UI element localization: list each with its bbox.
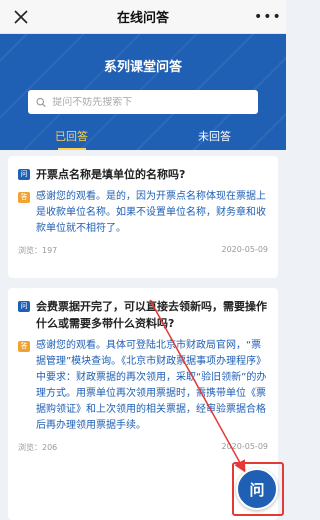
post-date: 2020-05-09 <box>221 245 269 254</box>
search-icon <box>36 97 46 107</box>
question-text: 开票点名称是填单位的名称吗? <box>36 168 186 181</box>
answer-line: 答 感谢您的观看。具体可登陆北京市财政局官网，“票据管理”模块查询。《北京市财政… <box>18 338 268 434</box>
answer-line: 答 感谢您的观看。是的，因为开票点名称体现在票据上是收款单位名称。如果不设置单位… <box>18 189 268 237</box>
question-badge: 问 <box>18 169 30 180</box>
question-line: 问 开票点名称是填单位的名称吗? <box>18 166 268 183</box>
card-meta: 浏览：197 2020-05-09 <box>18 245 268 256</box>
answer-text: 感谢您的观看。是的，因为开票点名称体现在票据上是收款单位名称。如果不设置单位名称… <box>36 191 266 234</box>
page-title: 在线问答 <box>116 11 169 26</box>
question-badge: 问 <box>18 301 30 312</box>
top-bar: 在线问答 ••• <box>0 0 286 34</box>
section-title: 系列课堂问答 <box>103 60 182 75</box>
search-box[interactable] <box>28 90 258 114</box>
close-icon <box>14 9 28 24</box>
view-count: 浏览：197 <box>18 246 58 255</box>
tab-unanswered[interactable]: 未回答 <box>143 124 286 150</box>
answer-badge: 答 <box>18 192 30 203</box>
post-date: 2020-05-09 <box>221 442 269 451</box>
ask-question-button[interactable]: 问 <box>236 468 278 510</box>
answer-text: 感谢您的观看。具体可登陆北京市财政局官网，“票据管理”模块查询。《北京市财政票据… <box>36 340 267 431</box>
search-input[interactable] <box>52 96 258 108</box>
hero-banner: 系列课堂问答 已回答 未回答 <box>0 34 286 150</box>
card-meta: 浏览：206 2020-05-09 <box>18 442 268 453</box>
close-button[interactable] <box>10 6 32 28</box>
view-count: 浏览：206 <box>18 443 58 452</box>
question-text: 会费票据开完了，可以直接去领新吗，需要操作什么或需要多带什么资料吗? <box>36 300 267 330</box>
qa-card[interactable]: 问 开票点名称是填单位的名称吗? 答 感谢您的观看。是的，因为开票点名称体现在票… <box>8 156 278 278</box>
question-line: 问 会费票据开完了，可以直接去领新吗，需要操作什么或需要多带什么资料吗? <box>18 298 268 332</box>
more-menu-button[interactable]: ••• <box>254 9 281 25</box>
answer-badge: 答 <box>18 341 30 352</box>
qa-list: 问 开票点名称是填单位的名称吗? 答 感谢您的观看。是的，因为开票点名称体现在票… <box>0 150 286 520</box>
tab-bar: 已回答 未回答 <box>0 124 286 150</box>
tab-answered[interactable]: 已回答 <box>0 124 143 150</box>
